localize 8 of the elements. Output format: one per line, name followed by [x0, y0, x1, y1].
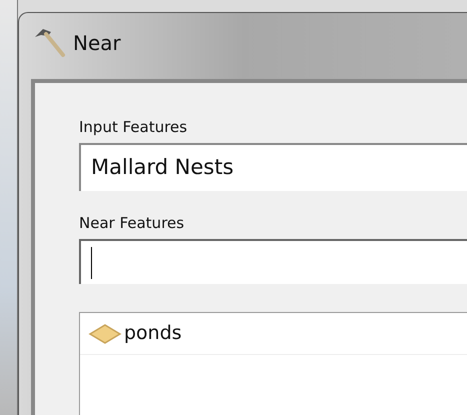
text-cursor [91, 246, 92, 278]
field-label: Input Features [79, 117, 188, 137]
field-label: Near Features [79, 213, 186, 233]
input-field[interactable] [79, 239, 467, 284]
list-item[interactable]: ponds [80, 313, 467, 355]
input-field[interactable]: Mallard Nests [79, 143, 467, 191]
polygon-layer-icon [88, 322, 122, 344]
window-title: Near [73, 30, 121, 57]
